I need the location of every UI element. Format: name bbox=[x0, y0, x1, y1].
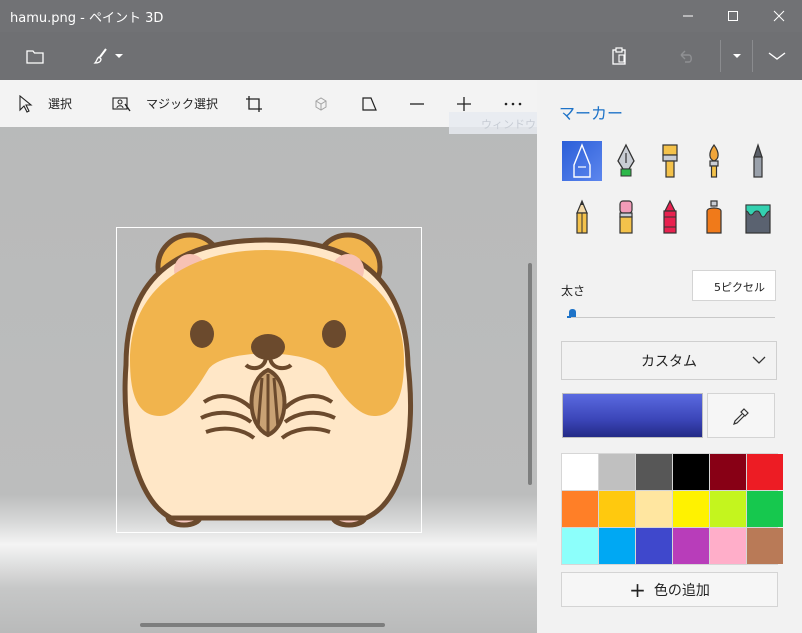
3d-cube-icon bbox=[315, 96, 327, 111]
eraser-icon bbox=[619, 200, 633, 234]
title-bar: hamu.png - ペイント 3D bbox=[0, 0, 802, 32]
calligraphy-pen-icon bbox=[617, 143, 635, 177]
flip-button[interactable] bbox=[361, 80, 393, 127]
horizontal-scrollbar[interactable] bbox=[140, 623, 385, 627]
color-swatch[interactable] bbox=[710, 491, 746, 527]
finish-dropdown[interactable]: カスタム bbox=[561, 341, 777, 380]
color-swatch[interactable] bbox=[562, 491, 598, 527]
fill-bucket-icon bbox=[745, 204, 771, 234]
brush-panel: マーカー 太さ 5ピクセル カスタム + 色の追加 bbox=[537, 80, 802, 633]
clipboard-icon bbox=[612, 47, 626, 65]
pixel-pen-icon bbox=[753, 143, 763, 178]
color-swatch[interactable] bbox=[599, 491, 635, 527]
brush-crayon[interactable] bbox=[650, 197, 690, 237]
maximize-button[interactable] bbox=[710, 0, 756, 32]
color-swatch[interactable] bbox=[599, 454, 635, 490]
undo-button[interactable] bbox=[667, 32, 705, 80]
brush-watercolor[interactable] bbox=[694, 141, 734, 181]
thickness-slider-thumb[interactable] bbox=[569, 309, 577, 317]
more-icon bbox=[504, 102, 522, 105]
color-palette bbox=[561, 453, 783, 565]
minus-icon bbox=[410, 102, 424, 105]
finish-dropdown-label: カスタム bbox=[641, 353, 697, 370]
brush-calligraphy-pen[interactable] bbox=[606, 141, 646, 181]
marker-icon bbox=[573, 143, 591, 178]
magic-select-button[interactable]: マジック選択 bbox=[112, 80, 218, 127]
close-icon bbox=[773, 10, 785, 22]
current-color-swatch[interactable] bbox=[562, 393, 703, 438]
color-swatch[interactable] bbox=[747, 491, 783, 527]
paste-button[interactable] bbox=[600, 32, 638, 80]
window-title: hamu.png - ペイント 3D bbox=[10, 11, 164, 26]
brush-eraser[interactable] bbox=[606, 197, 646, 237]
vertical-scrollbar[interactable] bbox=[528, 263, 532, 485]
maximize-icon bbox=[728, 11, 738, 21]
selection-box[interactable] bbox=[116, 227, 422, 533]
thickness-slider[interactable] bbox=[567, 317, 775, 318]
color-swatch[interactable] bbox=[673, 454, 709, 490]
color-swatch[interactable] bbox=[562, 528, 598, 564]
thickness-label: 太さ bbox=[561, 284, 586, 298]
crop-icon bbox=[246, 95, 262, 112]
add-color-label: 色の追加 bbox=[653, 582, 710, 599]
panel-title: マーカー bbox=[559, 104, 624, 123]
minimize-icon bbox=[683, 15, 693, 17]
brush-oil[interactable] bbox=[650, 141, 690, 181]
oil-brush-icon bbox=[662, 144, 678, 178]
tooltip: ウィンドウの領域切り取り(W) bbox=[449, 112, 537, 134]
history-dropdown-button[interactable] bbox=[724, 32, 750, 80]
select-label: 選択 bbox=[48, 97, 73, 111]
color-swatch[interactable] bbox=[673, 491, 709, 527]
folder-icon bbox=[26, 50, 44, 64]
crop-button[interactable] bbox=[245, 80, 277, 127]
zoom-out-button[interactable] bbox=[409, 80, 439, 127]
3d-view-button[interactable] bbox=[313, 80, 343, 127]
watercolor-icon bbox=[709, 143, 719, 178]
color-swatch[interactable] bbox=[673, 528, 709, 564]
magic-select-label: マジック選択 bbox=[146, 97, 219, 111]
brush-icon bbox=[93, 48, 107, 64]
expand-chevron-icon bbox=[768, 52, 786, 60]
close-button[interactable] bbox=[756, 0, 802, 32]
menu-button[interactable] bbox=[14, 32, 56, 80]
toolbar-separator bbox=[752, 40, 753, 72]
color-swatch[interactable] bbox=[636, 491, 672, 527]
thickness-input[interactable]: 5ピクセル bbox=[692, 270, 776, 301]
brush-spray-can[interactable] bbox=[694, 197, 734, 237]
color-swatch[interactable] bbox=[562, 454, 598, 490]
brush-fill[interactable] bbox=[738, 197, 778, 237]
minimize-button[interactable] bbox=[665, 0, 711, 32]
brush-pencil[interactable] bbox=[562, 197, 602, 237]
pointer-icon bbox=[19, 94, 33, 113]
chevron-down-icon bbox=[733, 54, 741, 58]
color-swatch[interactable] bbox=[636, 528, 672, 564]
collapse-toolbar-button[interactable] bbox=[756, 32, 798, 80]
plus-icon: + bbox=[629, 577, 646, 602]
chevron-down-icon bbox=[115, 54, 123, 58]
color-swatch[interactable] bbox=[747, 528, 783, 564]
color-swatch[interactable] bbox=[710, 454, 746, 490]
magic-select-icon bbox=[112, 96, 131, 111]
add-color-button[interactable]: + 色の追加 bbox=[561, 572, 778, 607]
flip-icon bbox=[362, 96, 377, 111]
color-swatch[interactable] bbox=[599, 528, 635, 564]
chevron-down-icon bbox=[752, 356, 766, 364]
pencil-icon bbox=[576, 199, 588, 234]
undo-icon bbox=[680, 50, 692, 63]
eyedropper-button[interactable] bbox=[707, 393, 775, 438]
select-button[interactable]: 選択 bbox=[18, 80, 72, 127]
main-toolbar bbox=[0, 32, 802, 80]
crayon-icon bbox=[663, 199, 677, 234]
canvas-area[interactable]: 選択 マジック選択 ウィンドウの領域切り取 bbox=[0, 80, 537, 633]
eyedropper-icon bbox=[733, 407, 749, 425]
brush-pixel-pen[interactable] bbox=[738, 141, 778, 181]
color-swatch[interactable] bbox=[636, 454, 672, 490]
brush-marker[interactable] bbox=[562, 141, 602, 181]
brushes-tab[interactable] bbox=[84, 32, 132, 80]
color-swatch[interactable] bbox=[747, 454, 783, 490]
spray-can-icon bbox=[706, 200, 722, 234]
plus-icon bbox=[457, 96, 471, 111]
color-swatch[interactable] bbox=[710, 528, 746, 564]
toolbar-separator bbox=[720, 40, 721, 72]
